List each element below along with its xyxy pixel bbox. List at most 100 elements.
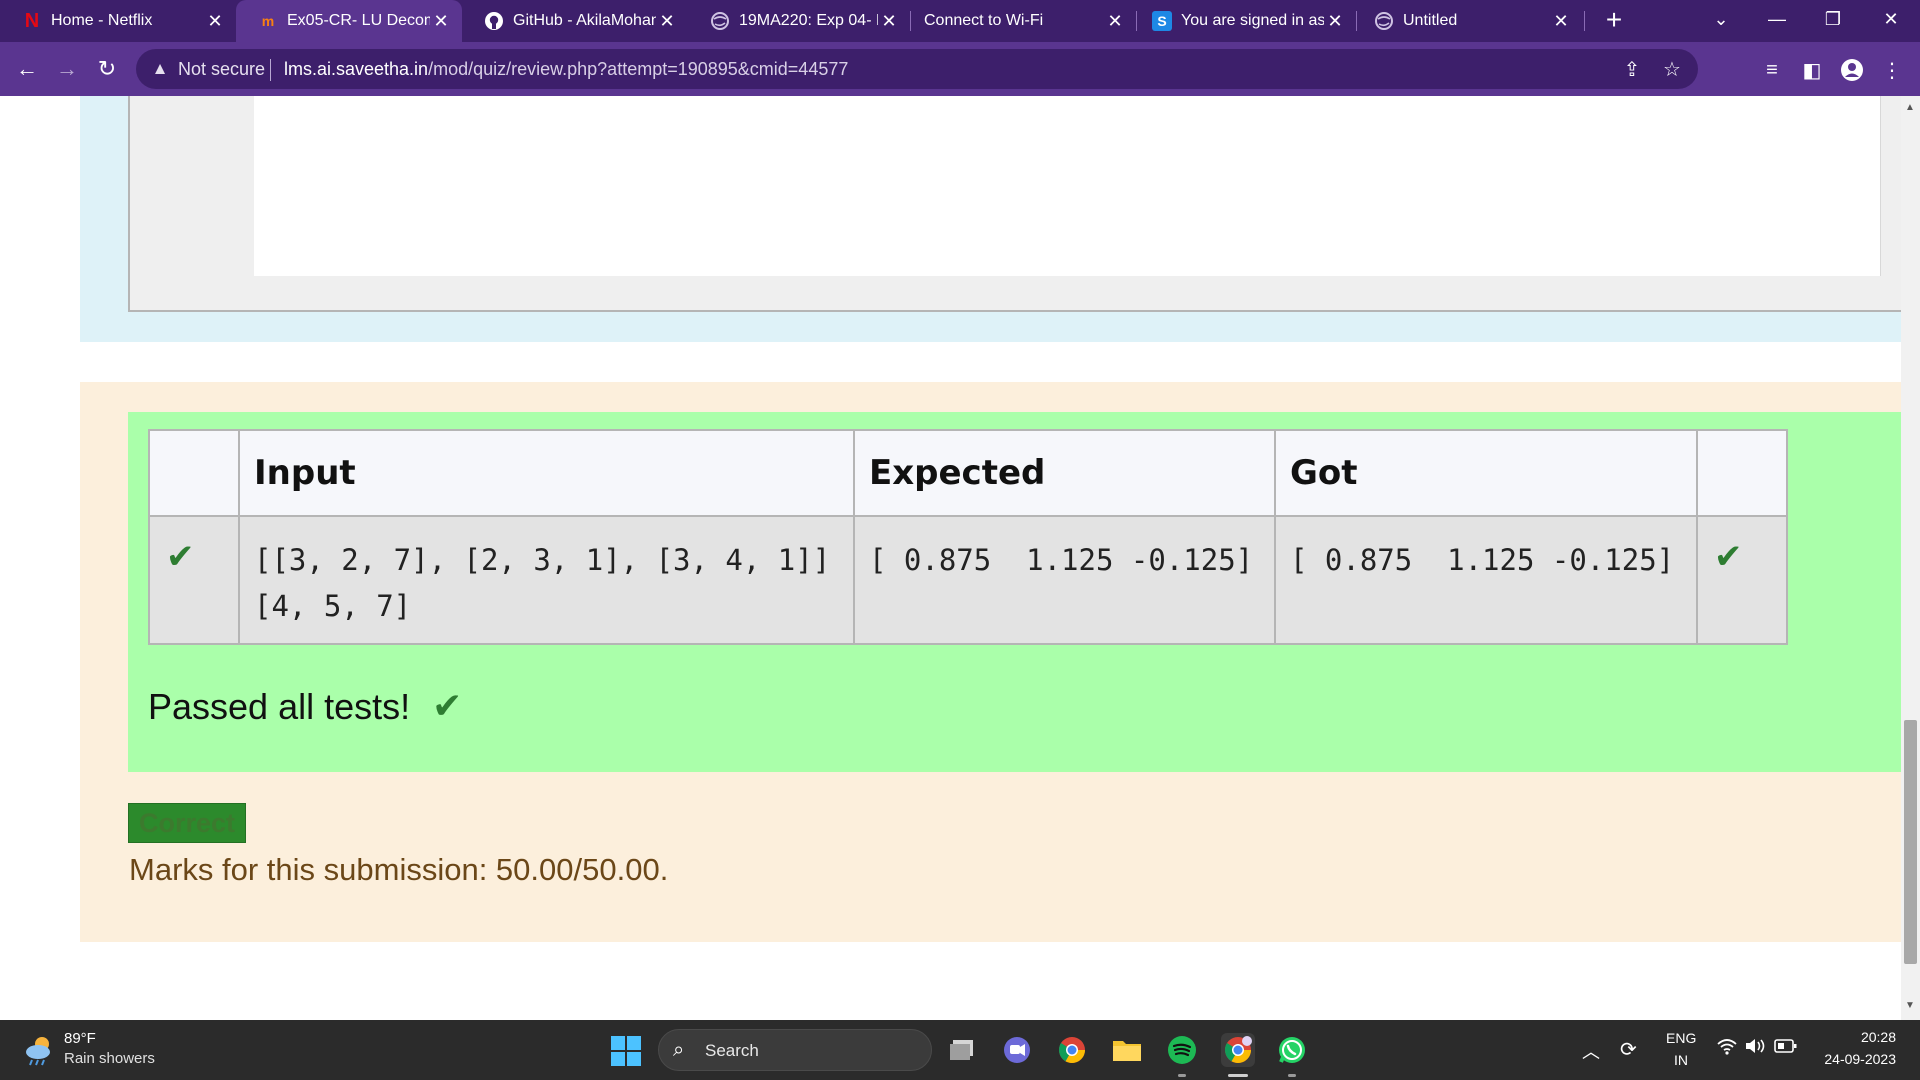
weather-temperature[interactable]: 89°F — [64, 1030, 96, 1047]
tab-19ma220[interactable]: 19MA220: Exp 04- Re ✕ — [688, 0, 910, 42]
app-active-indicator — [1228, 1074, 1248, 1077]
windows-start-icon[interactable] — [611, 1036, 641, 1066]
warning-icon[interactable]: ▲ — [150, 59, 170, 79]
url-host: lms.ai.saveetha.in — [284, 59, 429, 79]
checkmark-icon: ✔ — [1714, 537, 1743, 577]
weather-description[interactable]: Rain showers — [64, 1050, 155, 1067]
volume-icon[interactable] — [1744, 1037, 1766, 1061]
netflix-icon: N — [24, 9, 40, 32]
got-header: Got — [1274, 429, 1698, 517]
tab-signed-in[interactable]: S You are signed in as 2 ✕ — [1136, 0, 1356, 42]
language-indicator[interactable]: ENG — [1666, 1030, 1696, 1046]
wifi-icon[interactable] — [1716, 1037, 1738, 1061]
close-icon[interactable]: ✕ — [1104, 10, 1126, 32]
tab-title: You are signed in as 2 — [1181, 12, 1324, 29]
reading-list-icon[interactable]: ≡ — [1758, 56, 1786, 84]
moodle-icon: m — [261, 13, 275, 29]
url-path: /mod/quiz/review.php?attempt=190895&cmid… — [428, 59, 849, 79]
tab-title: Untitled — [1403, 12, 1458, 29]
scrollbar-thumb[interactable] — [1904, 720, 1917, 964]
app-running-indicator — [1178, 1074, 1186, 1077]
checkmark-icon: ✔ — [166, 537, 195, 577]
expected-header: Expected — [853, 429, 1276, 517]
folder-icon[interactable] — [1110, 1033, 1144, 1067]
restore-icon[interactable]: ❐ — [1808, 0, 1858, 38]
browser-toolbar: ← → ↻ ▲ Not secure lms.ai.saveetha.in/mo… — [0, 42, 1920, 96]
close-icon[interactable]: ✕ — [204, 10, 226, 32]
input-cell: [[3, 2, 7], [2, 3, 1], [3, 4, 1]] [4, 5,… — [238, 515, 855, 645]
checkmark-icon: ✔ — [432, 686, 463, 727]
row-result-cell: ✔ — [1696, 515, 1788, 645]
reload-icon[interactable]: ↻ — [92, 54, 122, 84]
scroll-down-icon[interactable]: ▼ — [1905, 1000, 1915, 1011]
taskbar-search[interactable]: ⌕ Search — [658, 1029, 932, 1071]
result-header — [1696, 429, 1788, 517]
close-icon[interactable]: ✕ — [878, 10, 900, 32]
input-header: Input — [238, 429, 855, 517]
region-indicator[interactable]: IN — [1674, 1052, 1688, 1068]
search-label: Search — [705, 1041, 759, 1060]
marks-text: Marks for this submission: 50.00/50.00. — [129, 852, 669, 887]
share-icon[interactable]: ⇪ — [1620, 58, 1644, 82]
tab-title: Connect to Wi-Fi — [924, 12, 1044, 29]
tab-title: Home - Netflix — [51, 12, 153, 29]
close-icon[interactable]: ✕ — [1324, 10, 1346, 32]
tab-ex05[interactable]: m Ex05-CR- LU Decomp ✕ — [236, 0, 462, 42]
weather-rain-icon[interactable] — [22, 1032, 58, 1068]
omnibox-divider — [270, 59, 271, 81]
tab-github[interactable]: GitHub - AkilaMohan/ ✕ — [462, 0, 688, 42]
battery-icon[interactable] — [1774, 1037, 1798, 1061]
got-cell: [ 0.875 1.125 -0.125] — [1274, 515, 1698, 645]
tab-netflix[interactable]: N Home - Netflix ✕ — [0, 0, 236, 42]
expected-cell: [ 0.875 1.125 -0.125] — [853, 515, 1276, 645]
menu-kebab-icon[interactable]: ⋮ — [1878, 56, 1906, 84]
row-status-cell: ✔ — [148, 515, 240, 645]
page-scrollbar[interactable]: ▲ ▼ — [1901, 96, 1920, 1020]
close-icon[interactable]: ✕ — [430, 10, 452, 32]
side-panel-icon[interactable]: ◧ — [1798, 56, 1826, 84]
address-bar[interactable]: ▲ Not secure lms.ai.saveetha.in/mod/quiz… — [136, 49, 1698, 89]
profile-avatar-icon[interactable] — [1838, 56, 1866, 84]
window-close-icon[interactable]: ✕ — [1866, 0, 1916, 38]
tab-separator — [1584, 11, 1585, 31]
tab-strip: N Home - Netflix ✕ m Ex05-CR- LU Decomp … — [0, 0, 1920, 42]
tab-search-icon[interactable]: ⌄ — [1696, 0, 1746, 38]
back-icon[interactable]: ← — [12, 54, 42, 84]
teams-chat-icon[interactable] — [1000, 1033, 1034, 1067]
show-hidden-icons-chevron-icon[interactable]: ︿ — [1582, 1038, 1600, 1064]
bookmark-star-icon[interactable]: ☆ — [1660, 58, 1684, 82]
page-content: Input Expected Got ✔ [[3, 2, 7], [2, 3, … — [0, 96, 1920, 1020]
whatsapp-icon[interactable] — [1275, 1033, 1309, 1067]
tab-wifi[interactable]: Connect to Wi-Fi ✕ — [910, 0, 1136, 42]
status-header — [148, 429, 240, 517]
tab-title: GitHub - AkilaMohan/ — [513, 12, 656, 29]
sync-icon[interactable]: ⟳ — [1620, 1037, 1637, 1062]
file-explorer-icon[interactable] — [946, 1033, 980, 1067]
spotify-icon[interactable] — [1165, 1033, 1199, 1067]
answer-editor — [128, 96, 1901, 312]
clock-time[interactable]: 20:28 — [1818, 1029, 1896, 1045]
chrome-profile-icon[interactable] — [1221, 1033, 1255, 1067]
tab-title: 19MA220: Exp 04- Re — [739, 12, 878, 29]
url-text[interactable]: lms.ai.saveetha.in/mod/quiz/review.php?a… — [284, 59, 848, 80]
close-icon[interactable]: ✕ — [1550, 10, 1572, 32]
security-label[interactable]: Not secure — [178, 59, 265, 80]
tab-untitled[interactable]: Untitled ✕ — [1356, 0, 1582, 42]
passed-summary-text: Passed all tests! — [148, 686, 411, 727]
chrome-icon[interactable] — [1055, 1033, 1089, 1067]
scroll-up-icon[interactable]: ▲ — [1905, 102, 1915, 113]
globe-icon — [710, 11, 730, 31]
github-icon — [484, 11, 504, 31]
new-tab-button[interactable]: + — [1598, 6, 1630, 36]
clock-date[interactable]: 24-09-2023 — [1818, 1051, 1896, 1067]
close-icon[interactable]: ✕ — [656, 10, 678, 32]
search-icon: ⌕ — [673, 1039, 685, 1061]
s-icon: S — [1152, 11, 1172, 31]
answer-editor-text[interactable] — [254, 96, 1881, 276]
tab-title: Ex05-CR- LU Decomp — [287, 12, 430, 29]
passed-summary: Passed all tests! ✔ — [148, 686, 462, 728]
forward-icon[interactable]: → — [52, 54, 82, 84]
app-running-indicator — [1288, 1074, 1296, 1077]
minimize-icon[interactable]: — — [1752, 0, 1802, 38]
table-row: ✔ [[3, 2, 7], [2, 3, 1], [3, 4, 1]] [4, … — [148, 515, 1788, 645]
